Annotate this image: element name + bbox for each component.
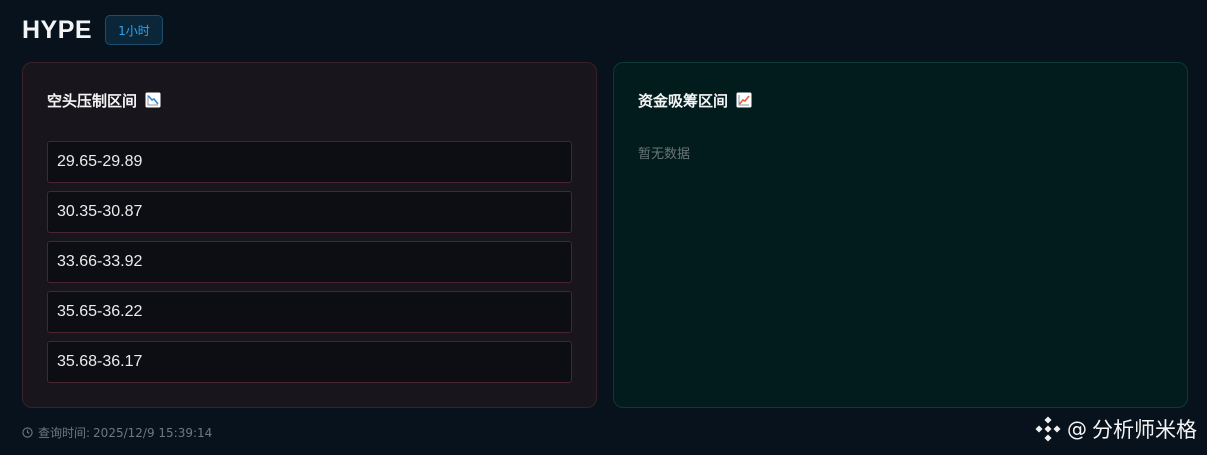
empty-state-text: 暂无数据: [638, 147, 691, 162]
watermark-at: @: [1067, 417, 1087, 441]
short-range-list: 29.65-29.89 30.35-30.87 33.66-33.92 35.6…: [47, 141, 572, 391]
short-panel-header: 空头压制区间: [47, 90, 161, 110]
short-panel-title: 空头压制区间: [47, 91, 138, 110]
query-time-label: 查询时间:: [38, 426, 91, 440]
range-row: 30.35-30.87: [47, 191, 572, 233]
range-value: 35.68-36.17: [57, 353, 143, 370]
symbol-title: HYPE: [22, 15, 93, 44]
range-value: 33.66-33.92: [57, 253, 143, 270]
chart-decreasing-icon: [145, 92, 161, 108]
watermark-name: 分析师米格: [1092, 418, 1197, 442]
query-time-value: 2025/12/9 15:39:14: [93, 425, 213, 440]
watermark: @ 分析师米格: [1035, 414, 1197, 444]
range-row: 29.65-29.89: [47, 141, 572, 183]
range-row: 33.66-33.92: [47, 241, 572, 283]
binance-logo-icon: [1035, 416, 1061, 442]
range-value: 35.65-36.22: [57, 303, 143, 320]
short-pressure-panel: 空头压制区间 29.65-29.89 30.35-30.87 33.66-33.…: [22, 62, 597, 408]
long-panel-header: 资金吸筹区间: [638, 90, 752, 110]
chart-increasing-icon: [736, 92, 752, 108]
query-time-footer: 查询时间: 2025/12/9 15:39:14: [22, 424, 212, 441]
timeframe-badge[interactable]: 1小时: [105, 15, 163, 45]
range-row: 35.68-36.17: [47, 341, 572, 383]
range-row: 35.65-36.22: [47, 291, 572, 333]
range-value: 30.35-30.87: [57, 203, 143, 220]
accumulation-panel: 资金吸筹区间 暂无数据: [613, 62, 1188, 408]
range-value: 29.65-29.89: [57, 153, 143, 170]
page: HYPE 1小时 空头压制区间 29.65-29.89 30.35-30.87 …: [0, 0, 1207, 455]
clock-icon: [22, 427, 33, 438]
header: HYPE 1小时: [22, 14, 163, 46]
long-panel-title: 资金吸筹区间: [638, 91, 729, 110]
